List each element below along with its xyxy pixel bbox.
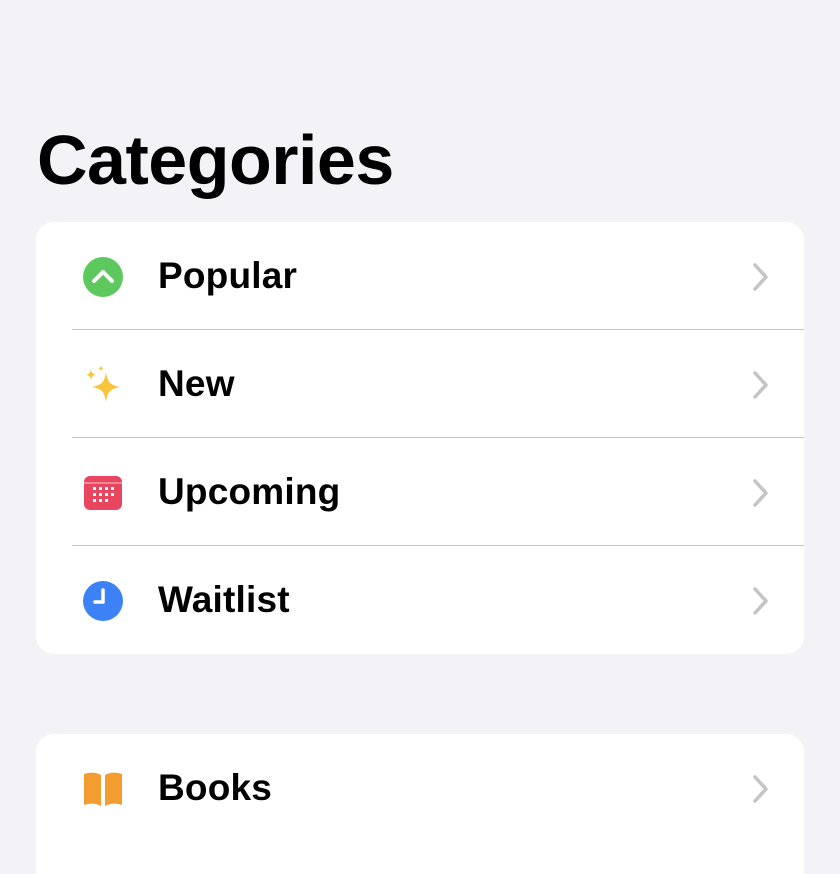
category-row-books[interactable]: Books <box>36 734 804 842</box>
category-row-upcoming[interactable]: Upcoming <box>36 438 804 546</box>
category-label-popular: Popular <box>158 255 298 296</box>
chevron-right-icon <box>753 263 768 291</box>
chevron-right-icon <box>753 587 768 615</box>
chevron-right-icon <box>753 775 768 803</box>
category-label-waitlist: Waitlist <box>158 579 290 620</box>
calendar-icon <box>82 472 124 514</box>
category-label-new: New <box>158 363 235 404</box>
category-label-upcoming: Upcoming <box>158 471 341 512</box>
book-icon <box>82 768 124 810</box>
chevron-right-icon <box>753 479 768 507</box>
category-label-books: Books <box>158 767 273 808</box>
arrow-up-circle-icon <box>82 256 124 298</box>
sparkles-icon <box>82 364 124 406</box>
category-row-popular[interactable]: Popular <box>36 222 804 330</box>
clock-icon <box>82 580 124 622</box>
page-title: Categories <box>37 121 394 199</box>
category-row-waitlist[interactable]: Waitlist <box>36 546 804 654</box>
more-categories-group: Books <box>36 734 804 874</box>
category-row-new[interactable]: New <box>36 330 804 438</box>
chevron-right-icon <box>753 371 768 399</box>
categories-group: Popular New Upcoming Waitlist <box>36 222 804 654</box>
